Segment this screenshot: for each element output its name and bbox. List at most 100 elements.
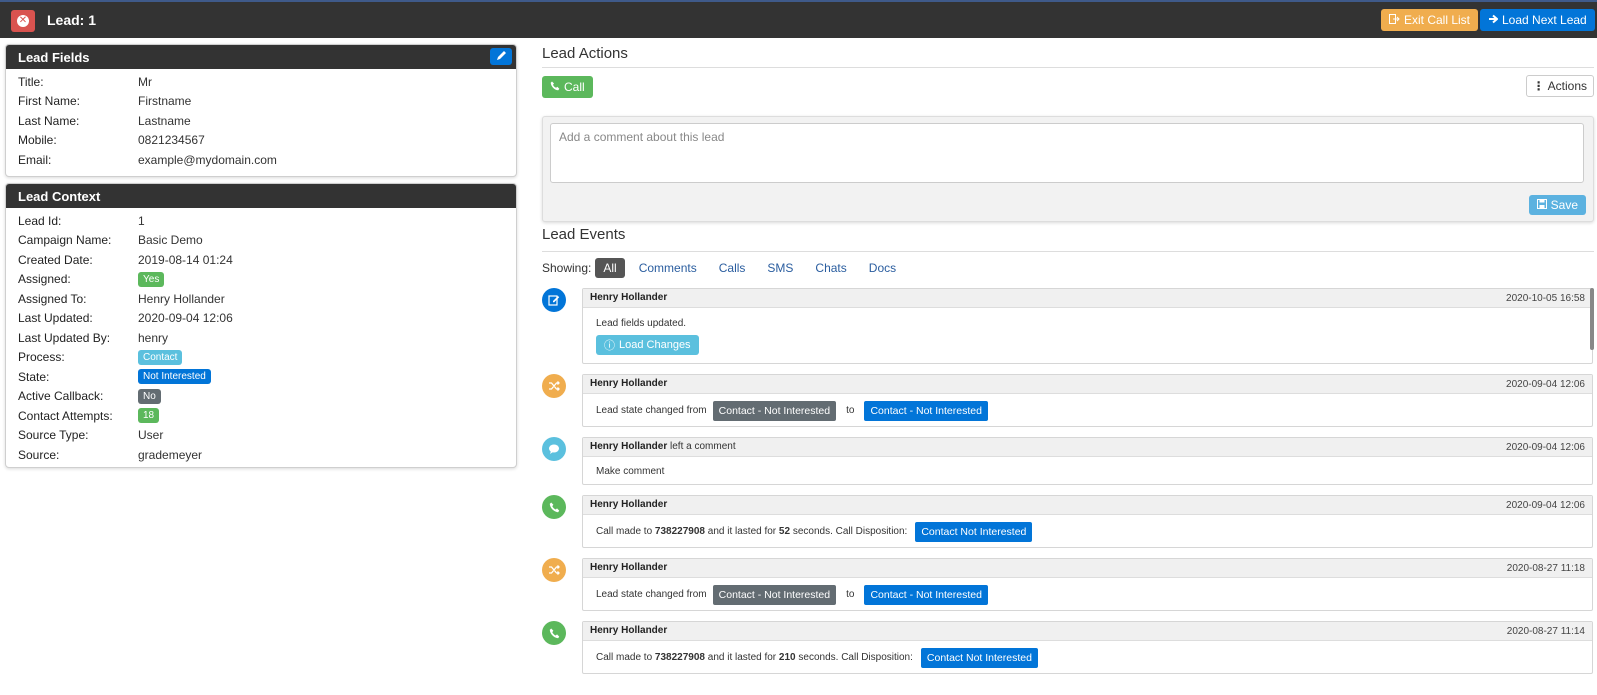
call-button[interactable]: Call <box>542 76 593 98</box>
event-body: Make comment <box>583 457 1592 485</box>
event-text: Call made to 738227908 and it lasted for… <box>596 526 907 537</box>
call-seconds: 210 <box>778 652 796 663</box>
phone-icon <box>550 80 560 94</box>
showing-label: Showing: <box>542 261 592 275</box>
event-filters: Showing: All Comments Calls SMS Chats Docs <box>542 258 910 278</box>
top-bar: ✕ Lead: 1 Exit Call List Load Next Lead <box>0 0 1597 38</box>
lead-context-key: Active Callback: <box>18 389 104 404</box>
event-action-text: left a comment <box>667 441 736 452</box>
lead-actions-heading: Lead Actions <box>542 38 1594 68</box>
right-column: Lead Actions Call ⋮ Actions Add a commen… <box>542 38 1594 674</box>
event-card: Henry Hollander left a comment 2020-09-04… <box>582 437 1593 485</box>
lead-context-row: Process: Contact <box>6 348 516 368</box>
lead-field-value: example@mydomain.com <box>138 152 277 167</box>
lead-context-list: Lead Id: 1 Campaign Name: Basic Demo Created… <box>6 208 516 465</box>
save-button[interactable]: Save <box>1528 195 1586 215</box>
lead-context-key: State: <box>18 369 50 384</box>
event-body: Call made to 738227908 and it lasted for… <box>583 515 1592 548</box>
event-body: Call made to 738227908 and it lasted for… <box>583 641 1592 674</box>
call-mid: and it lasted for <box>704 526 779 537</box>
event-text: Lead fields updated. <box>596 317 687 329</box>
lead-context-value: henry <box>138 330 169 345</box>
lead-fields-panel: Lead Fields Title: Mr First Name: Firstname… <box>5 44 517 177</box>
lead-context-value: grademeyer <box>138 447 203 462</box>
event-author: Henry Hollander <box>590 378 668 389</box>
state-to-badge: Contact - Not Interested <box>864 400 988 421</box>
event-timestamp: 2020-10-05 16:58 <box>1506 293 1585 304</box>
event-body: Lead fields updated. ⓘ Load Changes <box>583 308 1592 364</box>
next-label: Load Next Lead <box>1502 13 1587 27</box>
filter-all[interactable]: All <box>595 258 625 278</box>
edit-fields-button[interactable] <box>490 48 512 65</box>
floppy-icon <box>1536 198 1547 212</box>
lead-context-panel: Lead Context Lead Id: 1 Campaign Name: Basi… <box>5 183 517 468</box>
disposition-badge: Contact Not Interested <box>915 521 1033 542</box>
call-number: 738227908 <box>654 652 705 663</box>
lead-field-value: Lastname <box>138 113 191 128</box>
lead-field-key: Last Name: <box>18 113 80 128</box>
event-timestamp: 2020-09-04 12:06 <box>1506 442 1585 453</box>
filter-calls[interactable]: Calls <box>711 258 754 278</box>
lead-context-value: 1 <box>138 213 145 228</box>
lead-context-row: Last Updated By: henry <box>6 328 516 348</box>
event-author: Henry Hollander <box>590 562 668 573</box>
event-timestamp: 2020-09-04 12:06 <box>1506 379 1585 390</box>
filter-comments[interactable]: Comments <box>631 258 705 278</box>
lead-context-key: Assigned To: <box>18 291 87 306</box>
state-from-badge: Contact - Not Interested <box>712 584 837 605</box>
event-body: Lead state changed from Contact - Not Int… <box>583 578 1592 611</box>
event-item: Henry Hollander left a comment 2020-09-04… <box>542 437 1594 487</box>
lead-field-value: 0821234567 <box>138 133 205 148</box>
exit-label: Exit Call List <box>1404 13 1471 27</box>
event-card: Henry Hollander 2020-08-27 11:14 Call made… <box>582 621 1593 674</box>
lead-field-key: Email: <box>18 152 52 167</box>
lead-context-badge: Yes <box>138 271 165 287</box>
event-text: Call made to 738227908 and it lasted for… <box>596 652 913 663</box>
event-item: Henry Hollander 2020-08-27 11:18 Lead stat… <box>542 558 1594 613</box>
phone-icon <box>542 495 566 519</box>
load-changes-button[interactable]: ⓘ Load Changes <box>596 334 699 355</box>
lead-context-value: User <box>138 428 164 443</box>
event-card: Henry Hollander 2020-09-04 12:06 Lead stat… <box>582 374 1593 427</box>
scrollbar[interactable] <box>1590 288 1594 350</box>
filter-docs[interactable]: Docs <box>861 258 904 278</box>
filter-chats[interactable]: Chats <box>807 258 854 278</box>
filter-sms[interactable]: SMS <box>759 258 801 278</box>
save-label: Save <box>1550 198 1578 212</box>
lead-context-key: Process: <box>18 350 65 365</box>
event-item: Henry Hollander 2020-10-05 16:58 Lead fiel… <box>542 288 1594 366</box>
lead-field-row: Last Name: Lastname <box>6 111 516 131</box>
call-pre: Call made to <box>596 526 655 537</box>
lead-context-badge: No <box>138 388 161 404</box>
lead-context-row: Last Updated: 2020-09-04 12:06 <box>6 309 516 329</box>
lead-events-heading: Lead Events <box>542 226 1594 252</box>
close-button[interactable]: ✕ <box>11 10 35 32</box>
event-text: to <box>846 405 855 416</box>
lead-context-key: Lead Id: <box>18 213 62 228</box>
exit-call-list-button[interactable]: Exit Call List <box>1381 9 1479 31</box>
lead-context-row: Active Callback: No <box>6 387 516 407</box>
lead-fields-heading: Lead Fields <box>18 50 90 65</box>
lead-field-key: First Name: <box>18 94 81 109</box>
lead-context-value: 2019-08-14 01:24 <box>138 252 233 267</box>
load-changes-label: Load Changes <box>619 338 691 351</box>
lead-context-value: 2020-09-04 12:06 <box>138 311 233 326</box>
close-icon: ✕ <box>17 15 29 27</box>
lead-field-row: First Name: Firstname <box>6 92 516 112</box>
lead-context-key: Last Updated By: <box>18 330 111 345</box>
lead-context-key: Assigned: <box>18 272 71 287</box>
event-text: Lead state changed from <box>596 589 707 600</box>
pencil-icon <box>496 49 507 64</box>
comment-input[interactable]: Add a comment about this lead <box>550 123 1584 183</box>
shuffle-icon <box>542 374 566 398</box>
load-next-lead-button[interactable]: Load Next Lead <box>1480 9 1595 31</box>
event-item: Henry Hollander 2020-09-04 12:06 Call made… <box>542 495 1594 550</box>
call-label: Call <box>564 80 585 94</box>
info-icon: ⓘ <box>604 339 615 352</box>
lead-field-key: Mobile: <box>18 133 57 148</box>
event-timestamp: 2020-08-27 11:14 <box>1506 626 1585 637</box>
arrow-right-icon <box>1488 13 1499 27</box>
lead-field-row: Email: example@mydomain.com <box>6 150 516 170</box>
actions-menu-button[interactable]: ⋮ Actions <box>1525 75 1594 97</box>
lead-context-row: State: Not Interested <box>6 367 516 387</box>
